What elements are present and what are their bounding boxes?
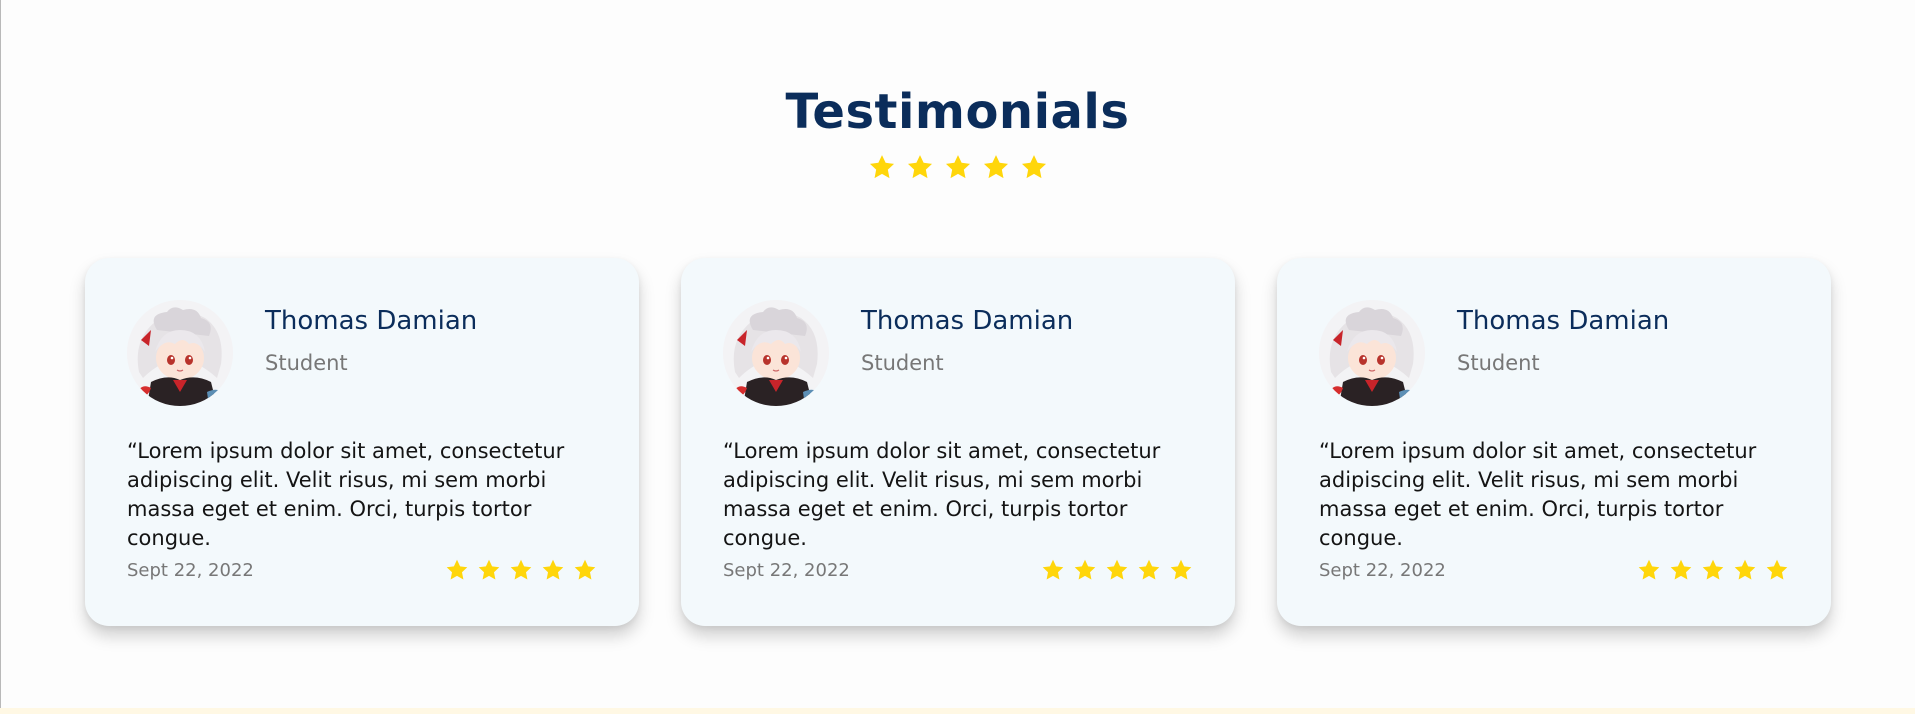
star-icon — [1021, 155, 1046, 179]
testimonial-quote: “Lorem ipsum dolor sit amet, consectetur… — [1319, 439, 1757, 550]
reviewer-role: Student — [861, 351, 944, 375]
star-icon — [478, 559, 500, 580]
testimonial-rating — [1041, 558, 1193, 582]
star-icon — [542, 559, 564, 580]
testimonial-date: Sept 22, 2022 — [127, 560, 254, 581]
reviewer-name: Thomas Damian — [861, 306, 1074, 336]
star-icon — [446, 559, 468, 580]
star-icon — [1734, 559, 1756, 580]
avatar — [1319, 300, 1425, 406]
testimonial-date: Sept 22, 2022 — [723, 560, 850, 581]
testimonial-card: Thomas Damian Student “Lorem ipsum dolor… — [1277, 258, 1831, 626]
section-title: Testimonials — [785, 84, 1130, 140]
star-icon — [1670, 559, 1692, 580]
testimonial-date: Sept 22, 2022 — [1319, 560, 1446, 581]
testimonial-quote: “Lorem ipsum dolor sit amet, consectetur… — [127, 439, 565, 550]
reviewer-name: Thomas Damian — [265, 306, 478, 336]
star-icon — [983, 155, 1008, 179]
star-icon — [1170, 559, 1192, 580]
reviewer-role: Student — [265, 351, 348, 375]
reviewer-role: Student — [1457, 351, 1540, 375]
testimonial-card: Thomas Damian Student “Lorem ipsum dolor… — [85, 258, 639, 626]
star-icon — [1138, 559, 1160, 580]
avatar — [127, 300, 233, 406]
section-rating — [0, 153, 1915, 181]
star-icon — [1638, 559, 1660, 580]
avatar-image — [1319, 300, 1425, 406]
star-icon — [510, 559, 532, 580]
star-icon — [869, 155, 894, 179]
testimonial-rating — [1637, 558, 1789, 582]
testimonial-rating — [445, 558, 597, 582]
star-icon — [1074, 559, 1096, 580]
avatar-image — [723, 300, 829, 406]
reviewer-name: Thomas Damian — [1457, 306, 1670, 336]
star-icon — [1106, 559, 1128, 580]
avatar-image — [127, 300, 233, 406]
star-icon — [945, 155, 970, 179]
star-icon — [1042, 559, 1064, 580]
testimonial-quote: “Lorem ipsum dolor sit amet, consectetur… — [723, 439, 1161, 550]
testimonial-card: Thomas Damian Student “Lorem ipsum dolor… — [681, 258, 1235, 626]
star-icon — [1766, 559, 1788, 580]
avatar — [723, 300, 829, 406]
footer-strip — [0, 708, 1915, 714]
star-icon — [574, 559, 596, 580]
star-icon — [907, 155, 932, 179]
star-icon — [1702, 559, 1724, 580]
